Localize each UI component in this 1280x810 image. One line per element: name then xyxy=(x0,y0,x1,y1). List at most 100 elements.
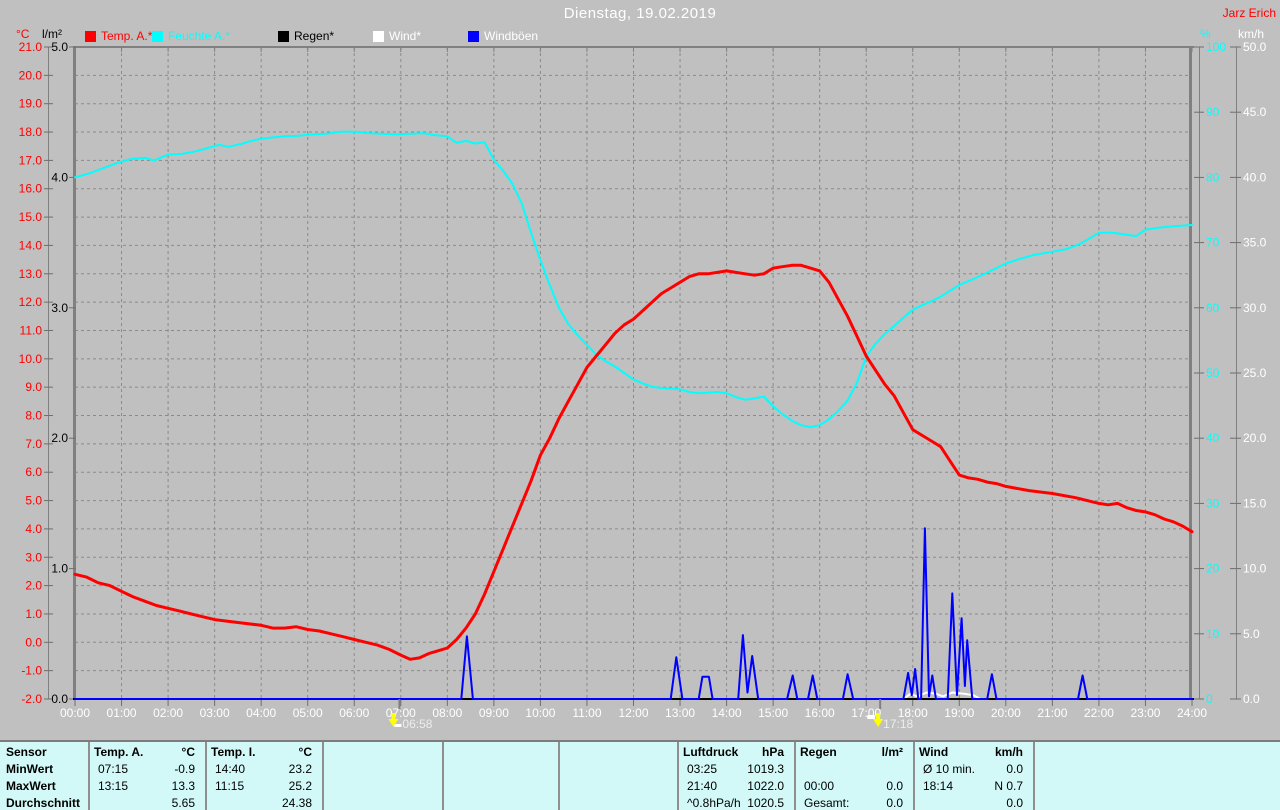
table-separator xyxy=(442,742,444,810)
table-col-unit: km/h xyxy=(994,745,1023,759)
temp-tick-label: 13.0 xyxy=(19,267,43,281)
rain-tick-label: 2.0 xyxy=(51,431,68,445)
x-tick-label: 19:00 xyxy=(944,706,974,720)
wind-tick-label: 30.0 xyxy=(1243,301,1267,315)
x-tick-label: 22:00 xyxy=(1084,706,1114,720)
table-cell-value: N 0.7 xyxy=(994,779,1023,793)
table-cell-value: 5.65 xyxy=(171,796,195,810)
table-row-label: MinWert xyxy=(6,762,54,776)
temp-tick-label: 5.0 xyxy=(25,494,42,508)
temp-tick-label: 12.0 xyxy=(19,295,43,309)
x-tick-label: 05:00 xyxy=(293,706,323,720)
sensor-summary-table: Sensor MinWert MaxWert Durchschnitt Temp. A.… xyxy=(0,740,1280,810)
table-cell-value: 0.0 xyxy=(886,779,903,793)
table-separator xyxy=(1033,742,1035,810)
temp-tick-label: 1.0 xyxy=(25,607,42,621)
temp-tick-label: 19.0 xyxy=(19,97,43,111)
humidity-tick-label: 70 xyxy=(1206,236,1220,250)
x-tick-label: 08:00 xyxy=(432,706,462,720)
temp-tick-label: 3.0 xyxy=(25,550,42,564)
temp-tick-label: 10.0 xyxy=(19,352,43,366)
wind-tick-label: 45.0 xyxy=(1243,105,1267,119)
x-tick-label: 11:00 xyxy=(572,706,601,720)
sun-marker-label: 17:18 xyxy=(883,717,913,731)
humidity-tick-label: 40 xyxy=(1206,431,1220,445)
wind-tick-label: 20.0 xyxy=(1243,431,1267,445)
x-tick-label: 03:00 xyxy=(200,706,230,720)
wind-tick-label: 25.0 xyxy=(1243,366,1267,380)
table-separator xyxy=(558,742,560,810)
weather-app-window: Dienstag, 19.02.2019 Jarz Erich °C l/m² … xyxy=(0,0,1280,810)
x-tick-label: 21:00 xyxy=(1037,706,1067,720)
table-cell-value: 1020.5 xyxy=(747,796,784,810)
humidity-tick-label: 10 xyxy=(1206,627,1220,641)
table-col-unit: hPa xyxy=(761,745,784,759)
table-row-label: MaxWert xyxy=(6,779,56,793)
x-tick-label: 20:00 xyxy=(991,706,1021,720)
table-cell-value: 0.0 xyxy=(1006,796,1023,810)
x-tick-label: 13:00 xyxy=(665,706,695,720)
table-col-unit: l/m² xyxy=(881,745,903,759)
table-cell-value: 23.2 xyxy=(288,762,312,776)
humidity-tick-label: 50 xyxy=(1206,366,1220,380)
temp-tick-label: -2.0 xyxy=(21,692,42,706)
rain-tick-label: 5.0 xyxy=(51,40,68,54)
sunrise-ground-icon xyxy=(394,724,402,727)
x-tick-label: 09:00 xyxy=(479,706,509,720)
plot-border-left xyxy=(73,47,76,699)
table-cell-value: 1019.3 xyxy=(747,762,784,776)
temp-tick-label: 7.0 xyxy=(25,437,42,451)
rain-tick-label: 0.0 xyxy=(51,692,68,706)
x-tick-label: 04:00 xyxy=(246,706,276,720)
table-row-label: Durchschnitt xyxy=(6,796,81,810)
table-cell-value: -0.9 xyxy=(174,762,195,776)
x-tick-label: 00:00 xyxy=(60,706,90,720)
x-tick-label: 10:00 xyxy=(525,706,555,720)
temp-tick-label: 4.0 xyxy=(25,522,42,536)
table-row-label: Sensor xyxy=(6,745,47,759)
table-col-unit: °C xyxy=(181,745,195,759)
temp-tick-label: 2.0 xyxy=(25,579,42,593)
wind-tick-label: 50.0 xyxy=(1243,40,1267,54)
humidity-tick-label: 20 xyxy=(1206,562,1220,576)
x-tick-label: 14:00 xyxy=(712,706,742,720)
table-cell-value: 0.0 xyxy=(886,796,903,810)
table-separator xyxy=(322,742,324,810)
table-cell-value: 0.0 xyxy=(1006,762,1023,776)
humidity-tick-label: 60 xyxy=(1206,301,1220,315)
temp-tick-label: 18.0 xyxy=(19,125,43,139)
wind-tick-label: 10.0 xyxy=(1243,562,1267,576)
table-cell-value: 1022.0 xyxy=(747,779,784,793)
humidity-tick-label: 0 xyxy=(1206,692,1213,706)
temp-tick-label: 20.0 xyxy=(19,68,43,82)
table-cell-value: 24.38 xyxy=(281,796,312,810)
plot-border-right xyxy=(1189,47,1192,699)
humidity-tick-label: 100 xyxy=(1206,40,1226,54)
temp-tick-label: 17.0 xyxy=(19,153,43,167)
sun-marker-label: 06:58 xyxy=(402,717,432,731)
x-tick-label: 23:00 xyxy=(1130,706,1160,720)
temp-tick-label: 9.0 xyxy=(25,380,42,394)
rain-tick-label: 4.0 xyxy=(51,170,68,184)
table-cell-value: 13.3 xyxy=(171,779,195,793)
temp-tick-label: 11.0 xyxy=(20,323,43,337)
wind-tick-label: 40.0 xyxy=(1243,170,1267,184)
sunset-cloud-icon xyxy=(867,715,876,719)
wind-tick-label: 0.0 xyxy=(1243,692,1260,706)
humidity-tick-label: 90 xyxy=(1206,105,1220,119)
rain-tick-label: 1.0 xyxy=(51,562,68,576)
series-humidity-out xyxy=(74,130,1193,429)
temp-tick-label: 16.0 xyxy=(19,182,43,196)
x-tick-label: 06:00 xyxy=(339,706,369,720)
temp-tick-label: 14.0 xyxy=(19,238,43,252)
x-tick-label: 16:00 xyxy=(805,706,835,720)
temp-tick-label: 0.0 xyxy=(25,635,42,649)
x-tick-label: 24:00 xyxy=(1177,706,1207,720)
x-tick-label: 12:00 xyxy=(618,706,648,720)
x-tick-label: 01:00 xyxy=(107,706,137,720)
temp-tick-label: 8.0 xyxy=(25,409,42,423)
x-tick-label: 15:00 xyxy=(758,706,788,720)
table-col-unit: °C xyxy=(298,745,312,759)
rain-tick-label: 3.0 xyxy=(51,301,68,315)
humidity-tick-label: 30 xyxy=(1206,496,1220,510)
